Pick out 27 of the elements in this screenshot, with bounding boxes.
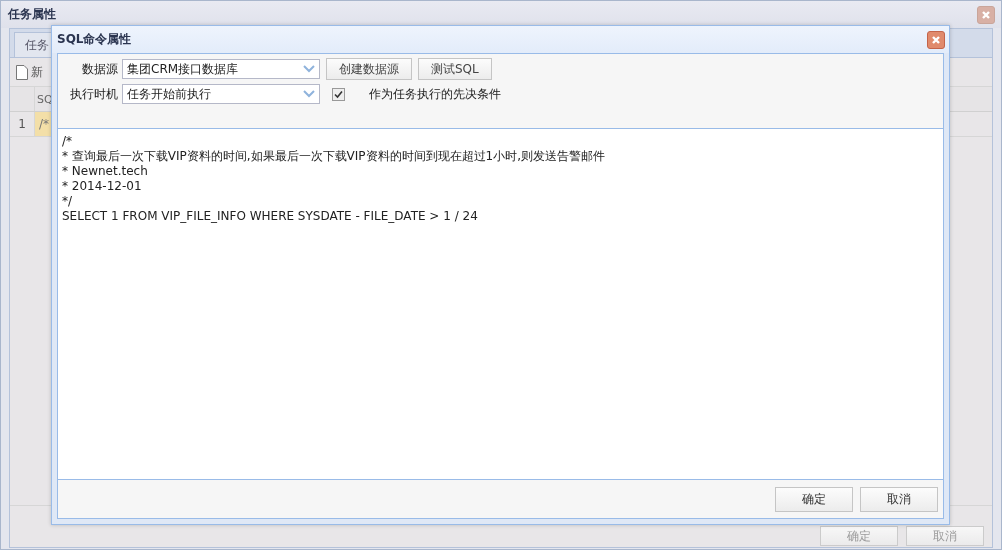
- close-button[interactable]: [977, 5, 995, 24]
- field-label: 数据源: [81, 60, 118, 78]
- checkbox-label: 作为任务执行的先决条件: [369, 85, 501, 103]
- code-line: /*: [62, 134, 74, 149]
- dialog-title: SQL命令属性: [57, 31, 132, 48]
- close-icon: [931, 34, 941, 45]
- dropdown-field[interactable]: 集团CRM接口数据库: [122, 59, 320, 79]
- window-title: 任务属性: [8, 6, 56, 23]
- code-line: * 2014-12-01: [62, 179, 143, 194]
- code-line: SELECT 1 FROM VIP_FILE_INFO WHERE SYSDATE - FILE_DATE > 1 / 24: [62, 209, 479, 224]
- action-button[interactable]: 测试SQL: [418, 58, 492, 80]
- code-line: * 查询最后一次下载VIP资料的时间,如果最后一次下载VIP资料的时间到现在超过1小时,则发送告警邮件: [62, 149, 607, 164]
- close-button[interactable]: [927, 30, 945, 49]
- field-label: 执行时机: [69, 85, 118, 103]
- dropdown-caret-icon[interactable]: [303, 90, 315, 98]
- code-line: * Newnet.tech: [62, 164, 149, 179]
- checkbox[interactable]: [332, 87, 345, 101]
- sql-editor[interactable]: /* * 查询最后一次下载VIP资料的时间,如果最后一次下载VIP资料的时间到现在超过1小时,则发送告警邮件 * Newnet.tech * 2014-12-01 */ SELECT 1 FROM VIP_FILE_INFO WHERE SYSDATE - FILE_DATE > 1 / 24: [58, 129, 943, 480]
- dropdown-caret-icon[interactable]: [303, 65, 315, 73]
- code-line: */: [62, 194, 74, 209]
- ok-button[interactable]: 确定: [775, 486, 853, 512]
- dropdown-field[interactable]: 任务开始前执行: [122, 84, 320, 104]
- cancel-button[interactable]: 取消: [860, 486, 938, 512]
- toolbar-button[interactable]: 新: [31, 63, 43, 81]
- document-icon: [16, 64, 28, 80]
- action-button[interactable]: 创建数据源: [326, 58, 412, 80]
- close-icon: [981, 9, 991, 20]
